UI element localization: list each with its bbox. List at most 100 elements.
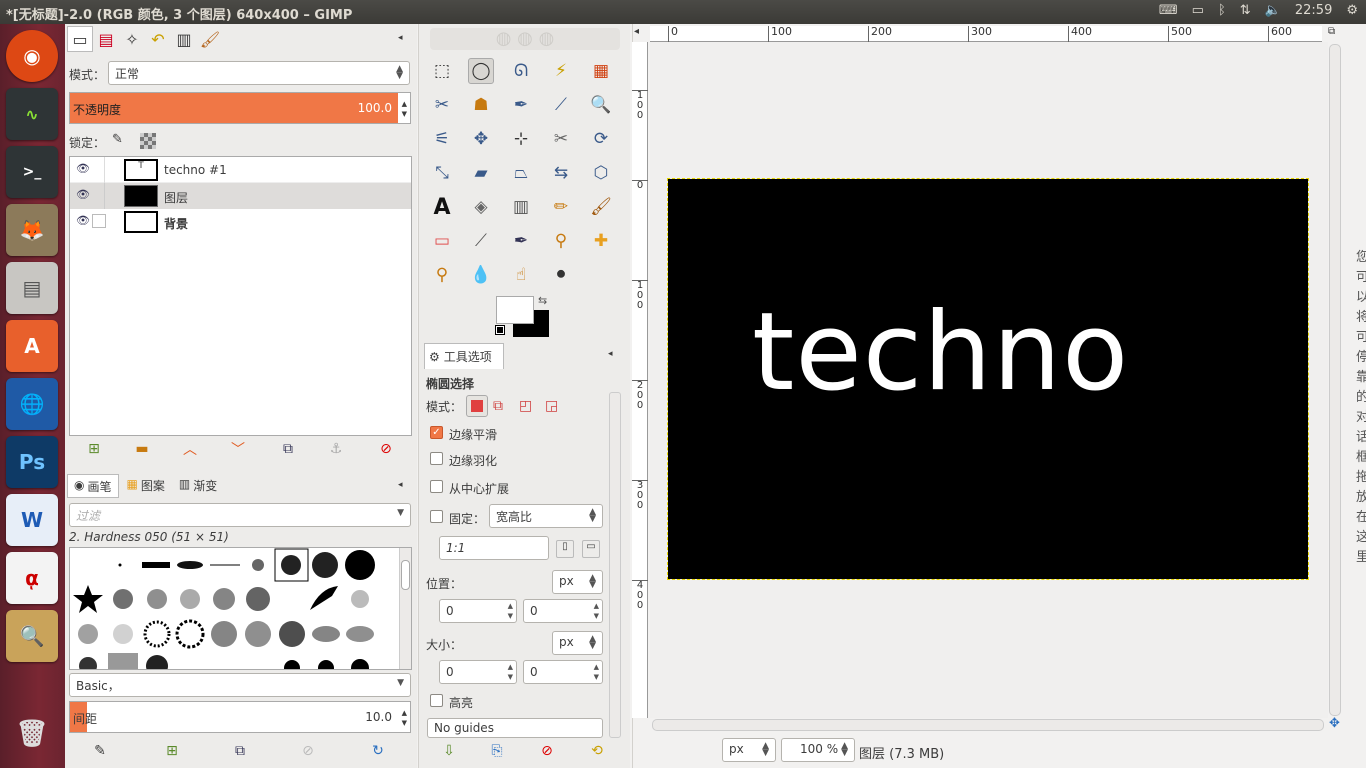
brush-item[interactable]	[312, 626, 340, 642]
horizontal-scrollbar[interactable]	[652, 719, 1324, 731]
duplicate-layer-icon[interactable]: ⧉	[277, 438, 299, 460]
paths-icon[interactable]: ✒	[508, 92, 534, 118]
airbrush-icon[interactable]: ⟋	[468, 228, 494, 254]
swap-colors-icon[interactable]: ⇆	[538, 294, 547, 307]
color-picker-icon[interactable]: ⟋	[548, 92, 574, 118]
dodge-burn-icon[interactable]: ⚫	[548, 262, 574, 288]
image-viewer-icon[interactable]: 🔍	[6, 610, 58, 662]
mode-replace-button[interactable]	[466, 395, 488, 417]
brush-item[interactable]	[351, 659, 369, 670]
position-y-input[interactable]: 0 ▲ ▼	[523, 599, 603, 623]
text-tool-icon[interactable]: A	[429, 194, 455, 220]
highlight-checkbox[interactable]	[430, 694, 443, 707]
smudge-icon[interactable]: ☝	[508, 262, 534, 288]
brush-item[interactable]	[180, 589, 200, 609]
brush-item[interactable]	[213, 588, 235, 610]
brush-item[interactable]	[279, 621, 305, 647]
shear-icon[interactable]: ▰	[468, 160, 494, 186]
mode-select[interactable]: 正常 ▲ ▼	[108, 61, 410, 85]
size-width-input[interactable]: 0 ▲ ▼	[439, 660, 517, 684]
firefox-icon[interactable]: 🌐	[6, 378, 58, 430]
raise-layer-icon[interactable]: ︿	[179, 438, 201, 460]
tab-brushes[interactable]: ◉ 画笔	[67, 474, 119, 498]
brush-item[interactable]	[175, 619, 205, 649]
portrait-icon[interactable]: ▯	[556, 540, 574, 558]
layer-row-selected[interactable]: 👁 图层	[70, 183, 411, 209]
volume-icon[interactable]: 🔈	[1265, 3, 1281, 18]
save-options-icon[interactable]: ⇩	[438, 740, 460, 762]
zoom-icon[interactable]: 🔍	[588, 92, 614, 118]
tab-tool-options[interactable]: ⚙ 工具选项	[424, 343, 504, 369]
brush-filter-input[interactable]: 过滤 ▼	[69, 503, 411, 527]
acrobat-icon[interactable]: ᾳ	[6, 552, 58, 604]
position-unit-select[interactable]: px ▲ ▼	[552, 570, 603, 594]
vertical-scrollbar[interactable]	[1329, 44, 1341, 716]
expand-from-center-checkbox[interactable]	[430, 480, 443, 493]
brush-item[interactable]	[281, 555, 301, 575]
delete-layer-icon[interactable]: ⊘	[375, 438, 397, 460]
fuzzy-select-icon[interactable]: ⚡	[548, 58, 574, 84]
feather-checkbox[interactable]	[430, 452, 443, 465]
scrollbar-thumb[interactable]	[401, 560, 410, 590]
channels-tab-icon[interactable]: ▤	[93, 26, 119, 52]
brush-item[interactable]	[345, 550, 375, 580]
bluetooth-icon[interactable]: ᛒ	[1218, 3, 1226, 18]
layer-name[interactable]: 图层	[164, 189, 188, 206]
lock-alpha-icon[interactable]	[140, 133, 156, 149]
photoshop-icon[interactable]: Ps	[6, 436, 58, 488]
brush-item[interactable]	[211, 621, 237, 647]
cage-transform-icon[interactable]: ⬡	[588, 160, 614, 186]
gradient-tab-icon[interactable]: ▥	[171, 26, 197, 52]
brush-tab-icon[interactable]: 🖌	[197, 26, 223, 52]
landscape-icon[interactable]: ▭	[582, 540, 600, 558]
position-x-input[interactable]: 0 ▲ ▼	[439, 599, 517, 623]
perspective-icon[interactable]: ⏢	[508, 160, 534, 186]
bucket-fill-icon[interactable]: ◈	[468, 194, 494, 220]
brush-item[interactable]	[346, 626, 374, 642]
brush-item[interactable]	[113, 589, 133, 609]
move-icon[interactable]: ✥	[468, 126, 494, 152]
layer-name[interactable]: techno #1	[164, 163, 227, 177]
flip-icon[interactable]: ⇆	[548, 160, 574, 186]
clock[interactable]: 22:59	[1295, 3, 1332, 18]
duplicate-brush-icon[interactable]: ⧉	[229, 740, 251, 762]
refresh-brushes-icon[interactable]: ↻	[367, 740, 389, 762]
heal-icon[interactable]: ✚	[588, 228, 614, 254]
paintbrush-icon[interactable]: 🖌	[588, 194, 614, 220]
network-icon[interactable]: ⇅	[1240, 3, 1251, 18]
image-canvas[interactable]: techno	[667, 178, 1309, 580]
terminal-icon[interactable]: >_	[6, 146, 58, 198]
opacity-scale[interactable]: 不透明度 100.0 ▲ ▼	[69, 92, 411, 124]
brush-item[interactable]	[246, 587, 270, 611]
brush-item[interactable]	[108, 653, 138, 670]
delete-options-icon[interactable]: ⊘	[536, 740, 558, 762]
foreground-color-swatch[interactable]	[496, 296, 534, 324]
brush-item[interactable]	[177, 561, 203, 569]
brush-item[interactable]	[113, 624, 133, 644]
brush-item[interactable]	[147, 589, 167, 609]
brush-item[interactable]	[146, 655, 168, 670]
antialias-checkbox[interactable]: ✓	[430, 426, 443, 439]
select-by-color-icon[interactable]: ▦	[588, 58, 614, 84]
restore-options-icon[interactable]: ⎘	[486, 740, 508, 762]
reset-options-icon[interactable]: ⟲	[586, 740, 608, 762]
pencil-icon[interactable]: ✏	[548, 194, 574, 220]
brush-item[interactable]	[312, 552, 338, 578]
dock-menu-icon[interactable]: ◂	[398, 33, 403, 43]
brush-item[interactable]	[73, 585, 103, 613]
size-height-input[interactable]: 0 ▲ ▼	[523, 660, 603, 684]
new-layer-icon[interactable]: ⊞	[83, 438, 105, 460]
brush-preset-select[interactable]: Basic， ▼	[69, 673, 411, 697]
brush-item[interactable]	[78, 624, 98, 644]
scissors-icon[interactable]: ✂	[429, 92, 455, 118]
perspective-clone-icon[interactable]: ⚲	[429, 262, 455, 288]
system-monitor-icon[interactable]: ∿	[6, 88, 58, 140]
scale-icon[interactable]: ⤡	[429, 160, 455, 186]
navigate-icon[interactable]: ✥	[1329, 716, 1340, 731]
battery-icon[interactable]: ▭	[1192, 3, 1204, 18]
eraser-icon[interactable]: ▭	[429, 228, 455, 254]
brush-scrollbar[interactable]	[399, 548, 411, 669]
wps-icon[interactable]: W	[6, 494, 58, 546]
zoom-fit-icon[interactable]: ⧉	[1328, 26, 1335, 37]
new-group-icon[interactable]: ▬	[131, 438, 153, 460]
